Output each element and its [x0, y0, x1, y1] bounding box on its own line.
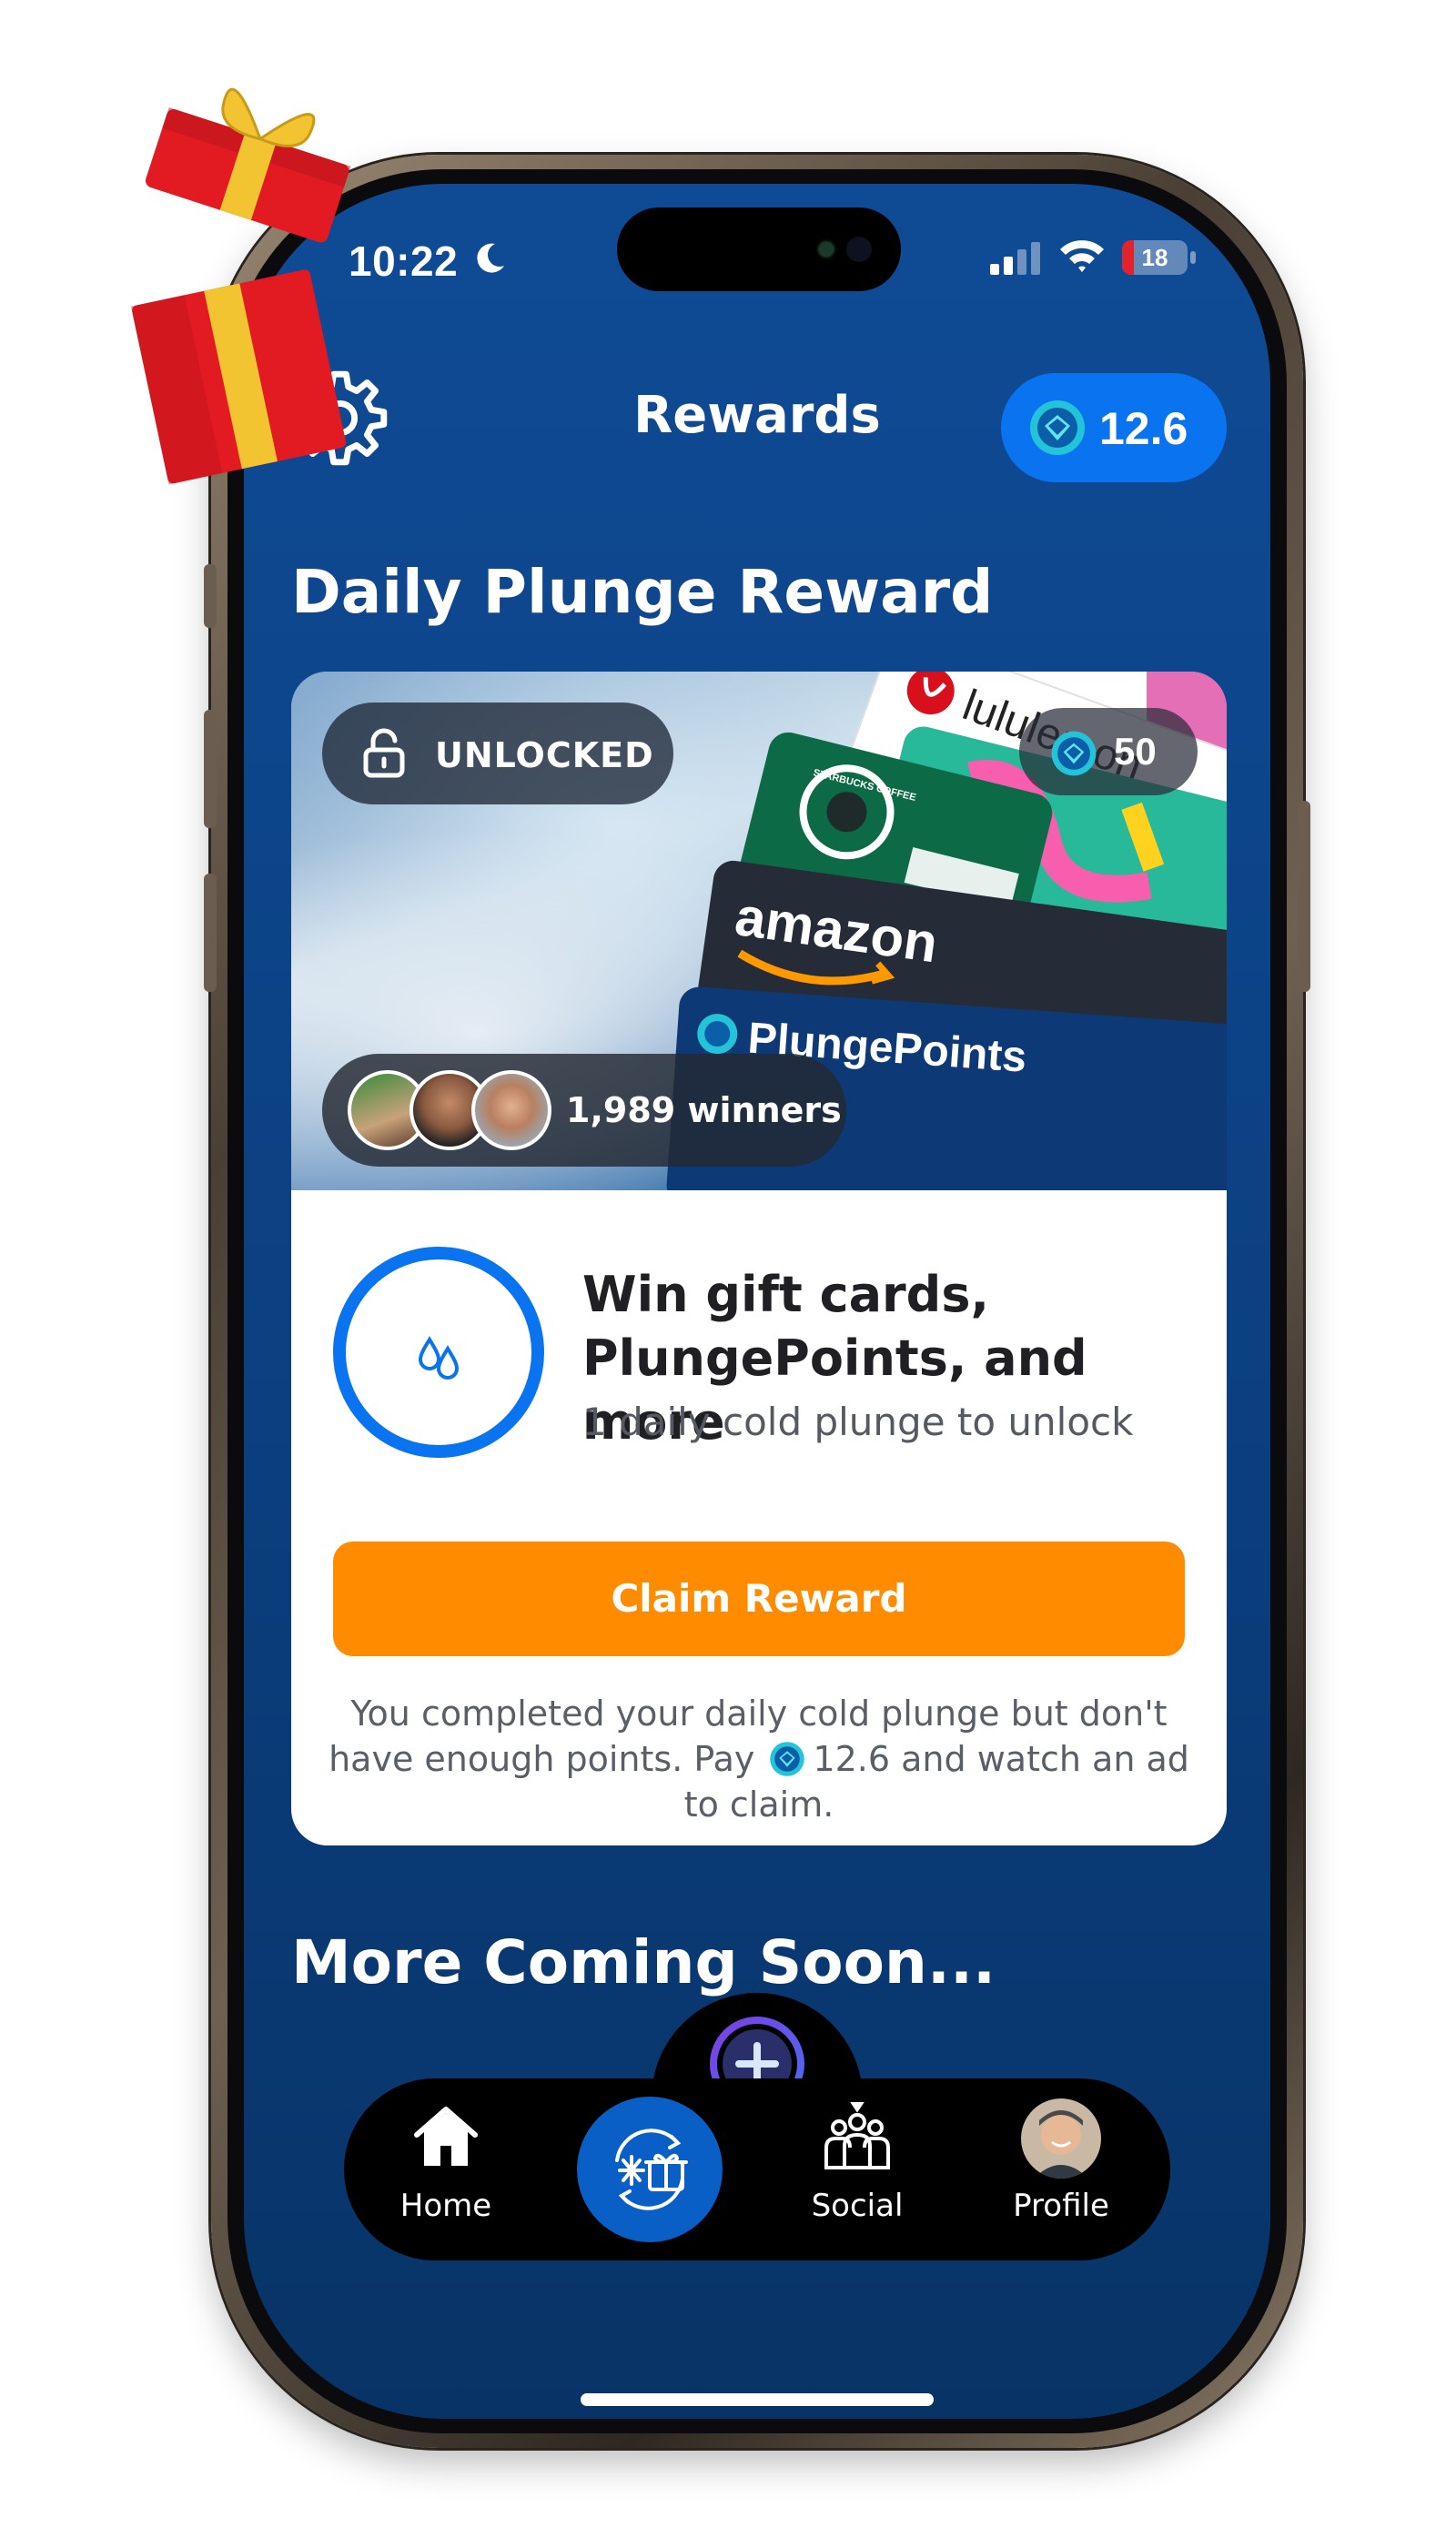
side-button-volume-down: [204, 874, 217, 992]
gift-box-icon: [130, 87, 351, 485]
daily-reward-card[interactable]: lululemon STARBUCKS COFFEE: [291, 672, 1227, 1845]
side-button-action: [204, 564, 217, 628]
plungepoints-coin-icon: [1051, 731, 1097, 776]
reward-cost-badge: 50: [1019, 708, 1198, 795]
battery-body: 18: [1122, 240, 1188, 275]
tab-label-profile: Profile: [1013, 2188, 1109, 2224]
battery-cap: [1190, 251, 1196, 264]
tab-home[interactable]: Home: [364, 2078, 528, 2260]
camera-lens: [846, 237, 872, 262]
winner-avatar: [471, 1070, 551, 1150]
tab-profile[interactable]: Profile: [979, 2078, 1143, 2260]
signal-icon: [990, 242, 1040, 275]
unlocked-label: UNLOCKED: [435, 735, 654, 775]
reward-hero-image: lululemon STARBUCKS COFFEE: [291, 672, 1227, 1190]
camera-sensor: [819, 242, 834, 257]
tab-label-social: Social: [811, 2188, 904, 2224]
points-balance: 12.6: [1099, 403, 1188, 454]
claim-reward-button[interactable]: Claim Reward: [333, 1542, 1185, 1656]
snowflake-gift-icon: [615, 2128, 688, 2210]
water-drops-icon: [418, 1336, 460, 1380]
reward-cost-value: 50: [1114, 730, 1157, 773]
dynamic-island: [617, 207, 901, 291]
claim-note-text-end: and watch an ad to claim.: [683, 1739, 1189, 1825]
plungepoints-coin-icon: [1030, 400, 1085, 455]
points-balance-pill[interactable]: 12.6: [1001, 373, 1227, 482]
promo-subtitle: 1 daily cold plunge to unlock: [582, 1400, 1134, 1444]
plunge-progress-ring: [333, 1247, 544, 1458]
winners-pill[interactable]: 1,989 winners: [322, 1054, 846, 1167]
tab-label-home: Home: [399, 2188, 492, 2224]
side-button-power: [1298, 801, 1310, 992]
tab-social[interactable]: Social: [775, 2078, 939, 2260]
wifi-icon: [1060, 240, 1104, 272]
tab-bar: Home Social Profile: [344, 2078, 1170, 2260]
battery-icon: 18: [1122, 240, 1198, 277]
winners-count: 1,989 winners: [566, 1090, 842, 1130]
unlocked-lock-icon: [363, 728, 405, 778]
daily-reward-heading: Daily Plunge Reward: [291, 557, 994, 627]
battery-percent: 18: [1141, 244, 1168, 271]
plungepoints-coin-icon: [770, 1742, 805, 1776]
avatar: [1021, 2098, 1101, 2179]
profile-photo: [1021, 2098, 1101, 2179]
unlocked-status-badge: UNLOCKED: [322, 703, 673, 804]
app-screen: 10:22 18 Rewards 12.6 Daily Plunge Rewar…: [244, 184, 1270, 2419]
house-icon: [414, 2107, 478, 2166]
claim-note: You completed your daily cold plunge but…: [328, 1691, 1190, 1827]
stage: 10:22 18 Rewards 12.6 Daily Plunge Rewar…: [0, 0, 1456, 2548]
tab-rewards[interactable]: [577, 2097, 723, 2242]
side-button-volume-up: [204, 710, 217, 828]
coming-soon-heading: More Coming Soon...: [291, 1927, 996, 1997]
claim-note-amount: 12.6: [813, 1739, 891, 1779]
group-icon: [824, 2102, 890, 2169]
moon-icon: [477, 243, 504, 273]
home-indicator[interactable]: [581, 2393, 934, 2406]
